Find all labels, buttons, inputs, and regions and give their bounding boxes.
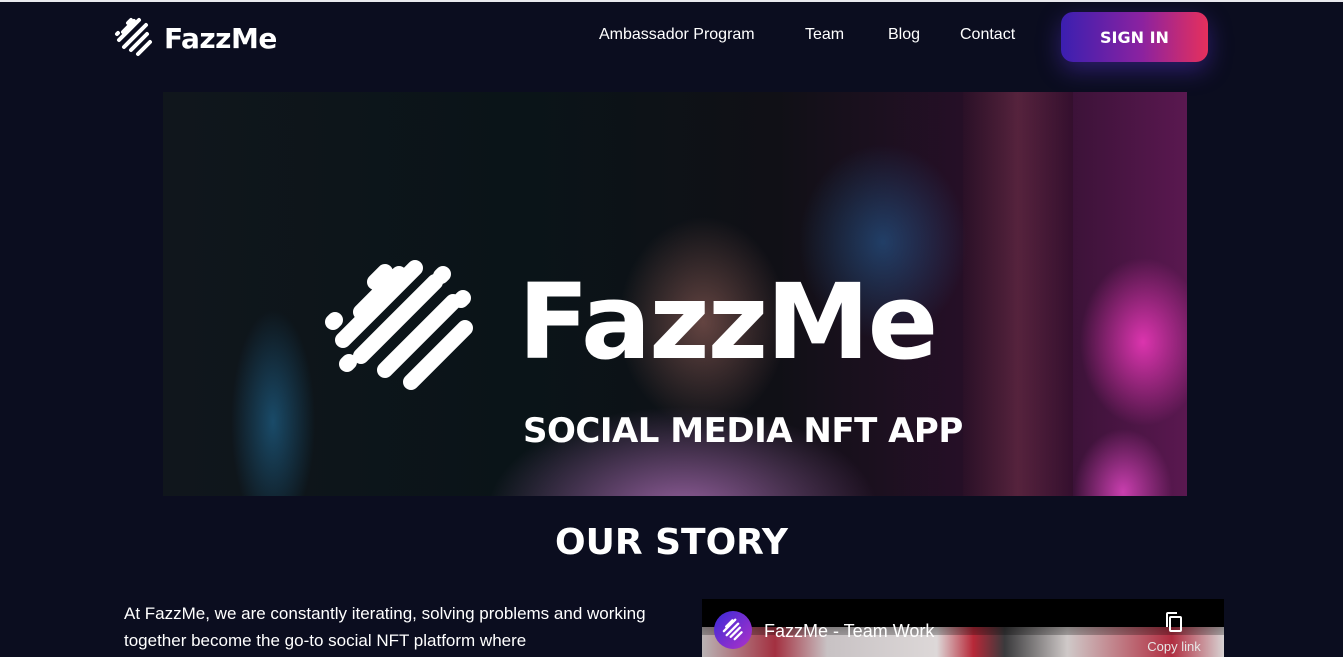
hero-tagline: SOCIAL MEDIA NFT APP (523, 411, 963, 451)
channel-avatar[interactable] (714, 611, 752, 649)
sign-in-button[interactable]: SIGN IN (1061, 12, 1208, 62)
our-story-heading: OUR STORY (555, 522, 788, 563)
hero-background-photo (963, 92, 1073, 496)
fazzme-channel-icon (722, 618, 743, 641)
nav-ambassador-program[interactable]: Ambassador Program (599, 26, 755, 44)
nav-blog[interactable]: Blog (888, 26, 920, 44)
copy-icon (1166, 612, 1182, 632)
copy-link-button[interactable]: Copy link (1138, 611, 1210, 654)
hero-brand-name: FazzMe (518, 261, 938, 383)
site-header: FazzMe Ambassador Program Team Blog Cont… (0, 2, 1343, 74)
video-title[interactable]: FazzMe - Team Work (764, 621, 934, 642)
copy-link-label: Copy link (1147, 639, 1201, 654)
fazzme-large-logo-icon (325, 260, 473, 390)
our-story-paragraph: At FazzMe, we are constantly iterating, … (124, 604, 646, 650)
hero-banner: FazzMe SOCIAL MEDIA NFT APP (163, 92, 1187, 496)
video-embed[interactable]: FazzMe - Team Work Copy link (702, 599, 1224, 657)
nav-contact[interactable]: Contact (960, 26, 1015, 44)
nav-team[interactable]: Team (805, 26, 844, 44)
